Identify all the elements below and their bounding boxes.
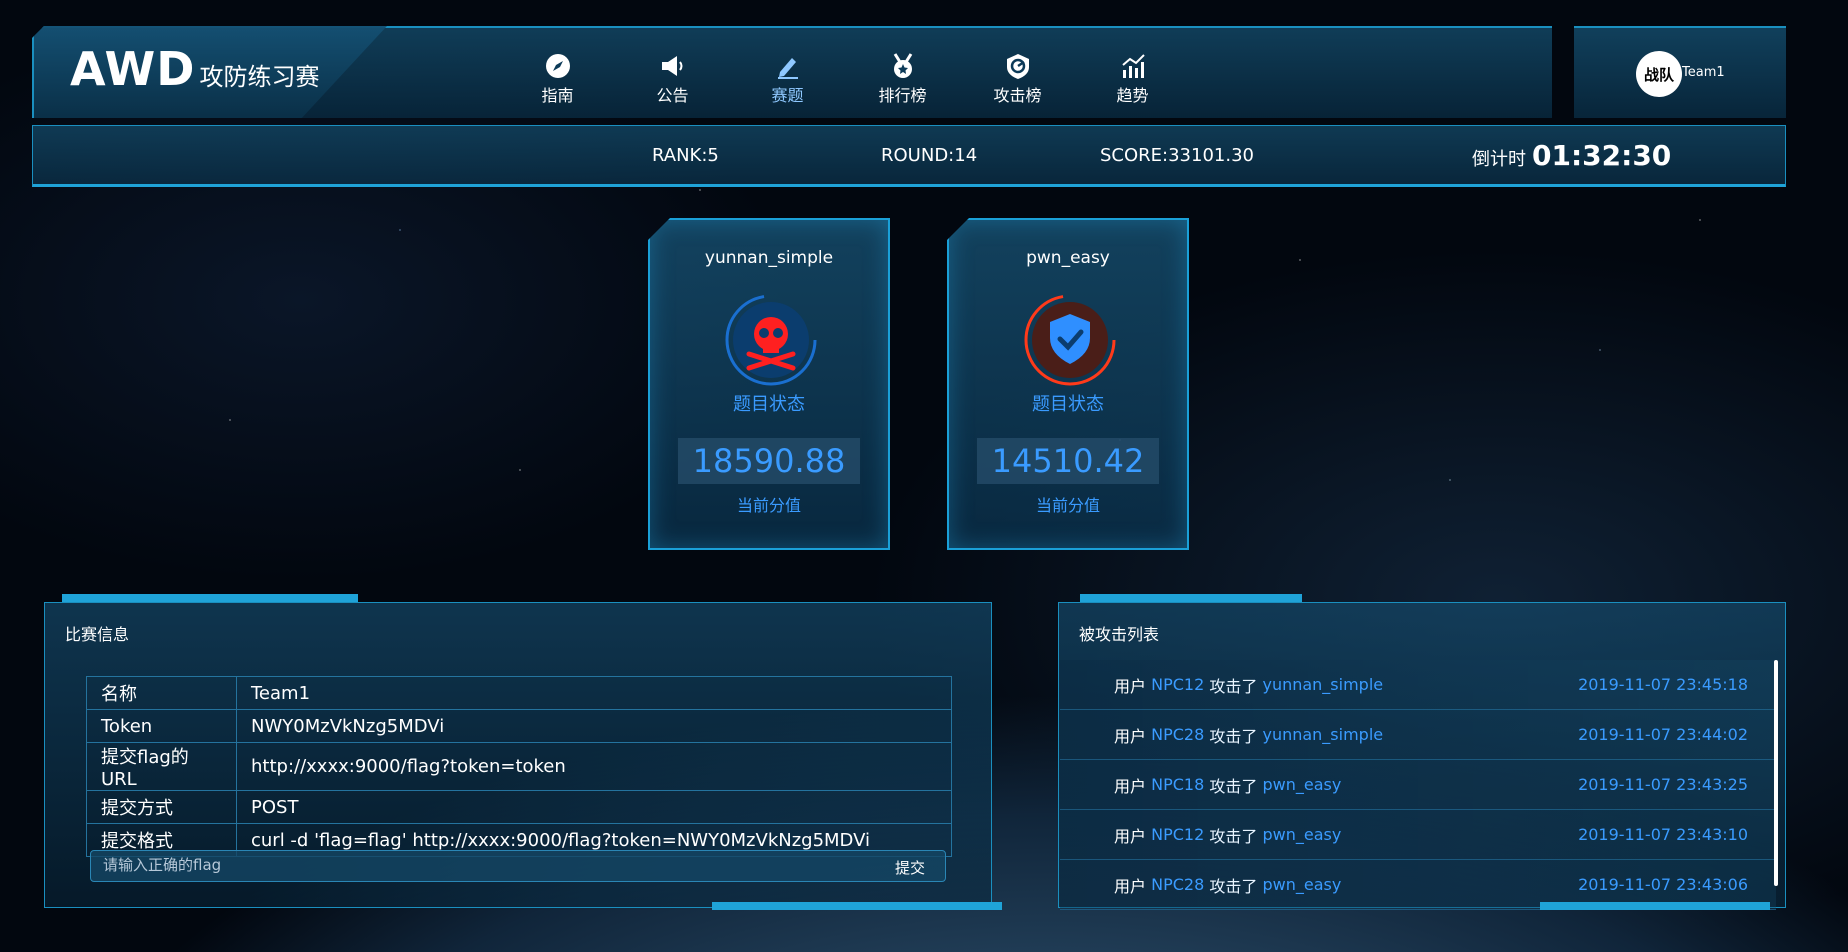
flag-input[interactable]	[103, 856, 703, 874]
nav-item-announcements[interactable]: 公告	[615, 52, 730, 106]
medal-icon	[889, 52, 917, 80]
skull-icon	[723, 292, 819, 388]
nav-item-leaderboard[interactable]: 排行榜	[845, 52, 960, 106]
shield-check-icon	[1022, 292, 1118, 388]
list-item: 用户 NPC12 攻击了 yunnan_simple 2019-11-07 23…	[1060, 660, 1776, 710]
attack-target: pwn_easy	[1262, 825, 1342, 844]
table-row: 提交方式 POST	[86, 790, 952, 824]
logo-subtitle: 攻防练习赛	[199, 63, 320, 91]
attack-verb: 攻击了	[1209, 676, 1258, 696]
row-value: Team1	[236, 676, 952, 710]
team-name[interactable]: Team1	[1682, 65, 1725, 80]
nav-label: 排行榜	[878, 86, 927, 105]
score-value: SCORE:33101.30	[1100, 145, 1254, 166]
panel-title: 被攻击列表	[1079, 625, 1160, 644]
attack-user-label: 用户	[1114, 776, 1147, 796]
attack-target: pwn_easy	[1262, 775, 1342, 794]
list-item: 用户 NPC12 攻击了 pwn_easy 2019-11-07 23:43:1…	[1060, 810, 1776, 860]
attack-verb: 攻击了	[1209, 826, 1258, 846]
panel-title: 比赛信息	[65, 625, 130, 644]
logo: AWD 攻防练习赛	[70, 42, 319, 96]
nav-label: 公告	[656, 86, 689, 105]
nav-label: 赛题	[771, 86, 804, 105]
attack-user-label: 用户	[1114, 826, 1147, 846]
nav-item-challenges[interactable]: 赛题	[730, 52, 845, 106]
attack-time: 2019-11-07 23:43:25	[1578, 775, 1748, 794]
nav-item-attack-board[interactable]: 攻击榜	[960, 52, 1075, 106]
challenge-state-label: 题目状态	[1032, 394, 1104, 415]
nav-label: 攻击榜	[993, 86, 1042, 105]
attack-user-label: 用户	[1114, 676, 1147, 696]
attack-user-label: 用户	[1114, 876, 1147, 896]
team-avatar[interactable]: 战队	[1636, 51, 1682, 97]
challenge-state-label: 题目状态	[733, 394, 805, 415]
challenge-score-label: 当前分值	[1035, 496, 1100, 515]
challenge-score-label: 当前分值	[736, 496, 801, 515]
challenge-name: yunnan_simple	[704, 248, 834, 268]
attack-verb: 攻击了	[1209, 726, 1258, 746]
nav-label: 趋势	[1116, 86, 1149, 105]
attack-time: 2019-11-07 23:44:02	[1578, 725, 1748, 744]
attacker-name: NPC12	[1151, 825, 1205, 844]
panel-tab-decoration	[1540, 902, 1770, 910]
challenge-card[interactable]: pwn_easy 题目状态 14510.42 当前分值	[947, 218, 1189, 550]
attack-verb: 攻击了	[1209, 776, 1258, 796]
row-key: Token	[86, 709, 237, 743]
list-item: 用户 NPC28 攻击了 yunnan_simple 2019-11-07 23…	[1060, 710, 1776, 760]
row-value: POST	[236, 790, 952, 824]
table-row: 名称 Team1	[86, 676, 952, 710]
nav-item-trends[interactable]: 趋势	[1075, 52, 1190, 106]
panel-tab-decoration	[712, 902, 1002, 910]
attack-target: yunnan_simple	[1262, 725, 1384, 744]
logo-title: AWD	[70, 42, 196, 96]
megaphone-icon	[659, 52, 687, 80]
pencil-icon	[774, 52, 802, 80]
main-nav: 指南 公告 赛题 排行榜 攻击榜 趋势	[500, 52, 1190, 106]
attacker-name: NPC28	[1151, 725, 1205, 744]
nav-item-guide[interactable]: 指南	[500, 52, 615, 106]
attack-time: 2019-11-07 23:43:10	[1578, 825, 1748, 844]
target-icon	[1004, 52, 1032, 80]
panel-tab-decoration	[62, 594, 358, 602]
attack-verb: 攻击了	[1209, 876, 1258, 896]
attack-target: pwn_easy	[1262, 875, 1342, 894]
row-key: 名称	[86, 676, 237, 710]
attack-time: 2019-11-07 23:45:18	[1578, 675, 1748, 694]
challenge-score: 14510.42	[991, 442, 1145, 480]
countdown: 倒计时 01:32:30	[1472, 139, 1671, 172]
panel-tab-decoration	[1080, 594, 1302, 602]
rank-value: RANK:5	[652, 145, 719, 166]
challenge-score: 18590.88	[692, 442, 846, 480]
list-item: 用户 NPC18 攻击了 pwn_easy 2019-11-07 23:43:2…	[1060, 760, 1776, 810]
attack-target: yunnan_simple	[1262, 675, 1384, 694]
challenge-name: pwn_easy	[1026, 248, 1110, 268]
countdown-label: 倒计时	[1472, 149, 1526, 170]
compass-icon	[544, 52, 572, 80]
table-row: Token NWY0MzVkNzg5MDVi	[86, 709, 952, 743]
attacker-name: NPC12	[1151, 675, 1205, 694]
list-scrollbar[interactable]	[1774, 660, 1778, 886]
row-key: 提交方式	[86, 790, 237, 824]
row-value: NWY0MzVkNzg5MDVi	[236, 709, 952, 743]
attack-user-label: 用户	[1114, 726, 1147, 746]
table-row: 提交flag的URL http://xxxx:9000/flag?token=t…	[86, 742, 952, 791]
row-value: http://xxxx:9000/flag?token=token	[236, 742, 952, 791]
attack-time: 2019-11-07 23:43:06	[1578, 875, 1748, 894]
match-info-table: 名称 Team1 Token NWY0MzVkNzg5MDVi 提交flag的U…	[86, 676, 952, 857]
row-key: 提交flag的URL	[86, 742, 237, 791]
submit-button[interactable]: 提交	[895, 857, 925, 878]
flag-submit-row: 提交	[90, 850, 946, 882]
nav-label: 指南	[541, 86, 574, 105]
attacked-list: 用户 NPC12 攻击了 yunnan_simple 2019-11-07 23…	[1060, 660, 1776, 910]
attacker-name: NPC18	[1151, 775, 1205, 794]
round-value: ROUND:14	[881, 145, 978, 166]
challenge-card[interactable]: yunnan_simple 题目状态 18590.88 当前分值	[648, 218, 890, 550]
countdown-value: 01:32:30	[1532, 139, 1672, 172]
attacker-name: NPC28	[1151, 875, 1205, 894]
chart-icon	[1119, 52, 1147, 80]
